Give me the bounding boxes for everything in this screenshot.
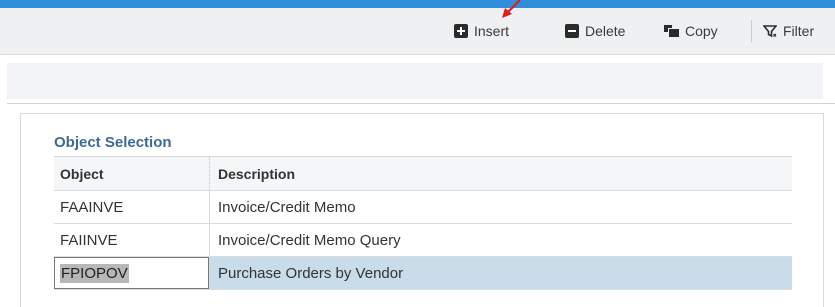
- toolbar-divider: [751, 20, 752, 42]
- minus-square-icon: [565, 24, 579, 38]
- object-cell-editing[interactable]: FPIOPOV: [54, 257, 210, 289]
- description-cell[interactable]: Invoice/Credit Memo Query: [210, 224, 792, 256]
- object-input[interactable]: FPIOPOV: [54, 257, 209, 289]
- delete-button[interactable]: Delete: [565, 8, 625, 54]
- object-cell[interactable]: FAAINVE: [54, 191, 210, 223]
- filter-label: Filter: [783, 23, 815, 39]
- copy-label: Copy: [685, 23, 718, 39]
- object-input-value: FPIOPOV: [60, 263, 129, 283]
- insert-label: Insert: [474, 23, 510, 39]
- description-cell[interactable]: Invoice/Credit Memo: [210, 191, 792, 223]
- column-header-object[interactable]: Object: [54, 157, 210, 190]
- table-row[interactable]: FAAINVE Invoice/Credit Memo: [54, 191, 792, 224]
- filter-button[interactable]: Filter: [762, 8, 815, 54]
- annotation-arrow-icon: [502, 0, 521, 18]
- table-row-selected[interactable]: FPIOPOV Purchase Orders by Vendor: [54, 257, 792, 290]
- description-cell[interactable]: Purchase Orders by Vendor: [210, 257, 792, 289]
- info-band: [7, 63, 823, 99]
- plus-square-icon: [454, 24, 468, 38]
- table-row[interactable]: FAIINVE Invoice/Credit Memo Query: [54, 224, 792, 257]
- divider-line: [7, 103, 835, 104]
- grid-header-row: Object Description: [54, 156, 792, 191]
- section-title: Object Selection: [54, 134, 172, 151]
- object-grid: Object Description FAAINVE Invoice/Credi…: [54, 156, 792, 290]
- top-accent-bar: [0, 0, 835, 8]
- object-cell[interactable]: FAIINVE: [54, 224, 210, 256]
- filter-icon: [762, 24, 778, 38]
- copy-icon: [664, 25, 679, 37]
- copy-button[interactable]: Copy: [664, 8, 718, 54]
- column-header-description[interactable]: Description: [210, 157, 792, 190]
- delete-label: Delete: [585, 23, 626, 39]
- toolbar: Insert Delete Copy Filter: [0, 8, 835, 55]
